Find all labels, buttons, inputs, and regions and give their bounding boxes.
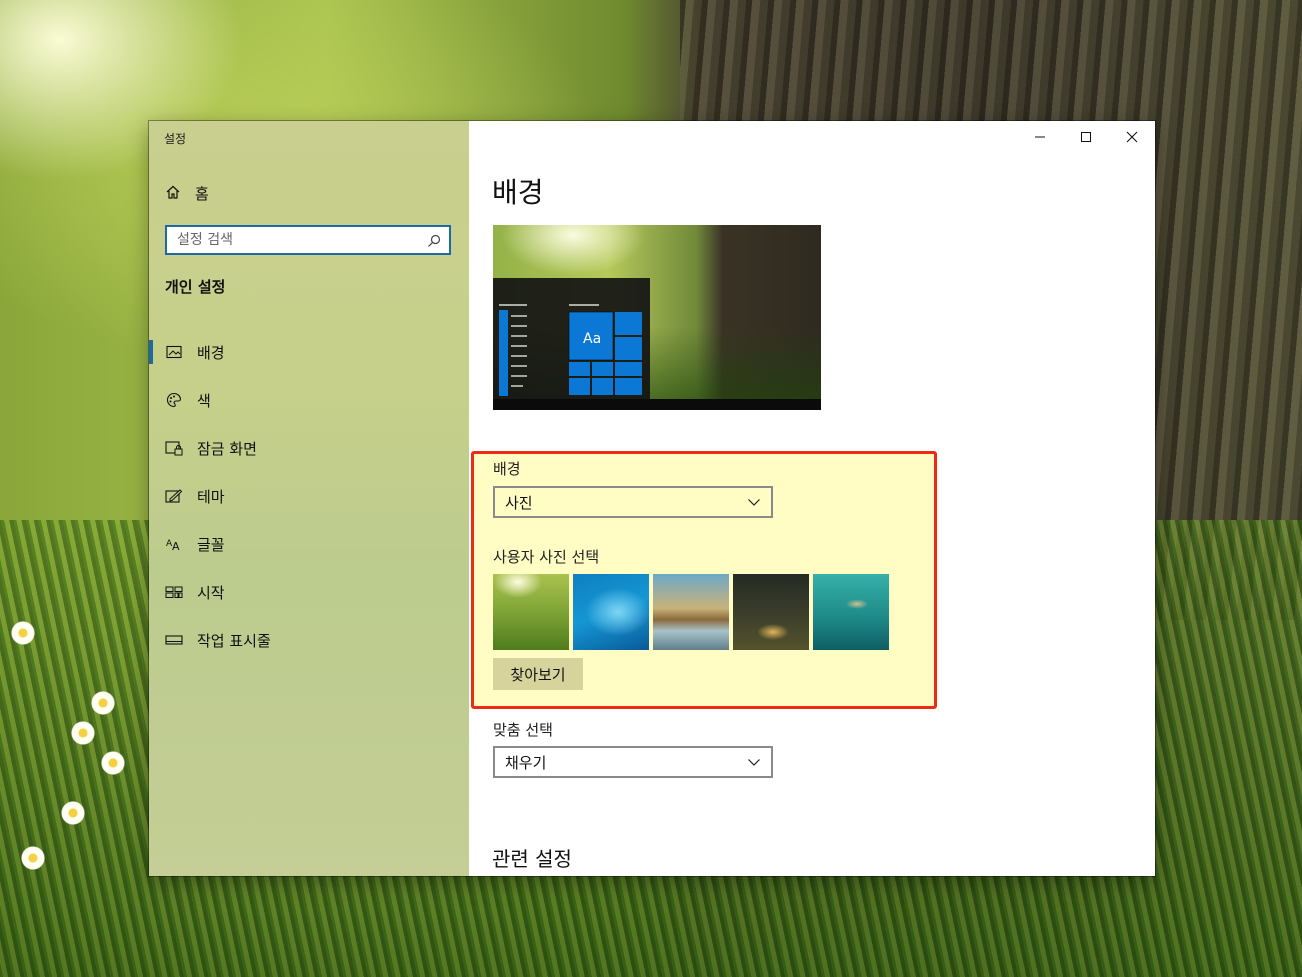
sidebar-item-label: 잠금 화면: [197, 439, 257, 458]
home-icon: [165, 184, 181, 204]
chevron-down-icon: [737, 757, 771, 767]
sidebar-item-label: 글꼴: [197, 535, 225, 554]
fit-dropdown-value: 채우기: [505, 753, 547, 772]
maximize-icon: [1080, 128, 1092, 147]
picture-thumbnail[interactable]: [653, 574, 729, 650]
background-dropdown-value: 사진: [505, 493, 533, 512]
sidebar-item-label: 배경: [197, 343, 225, 362]
wallpaper-flower: [70, 720, 96, 746]
sidebar-item-fonts[interactable]: AA 글꼴: [149, 520, 469, 568]
minimize-icon: [1034, 128, 1046, 147]
maximize-button[interactable]: [1063, 121, 1109, 153]
picture-thumbnail[interactable]: [573, 574, 649, 650]
sidebar-item-taskbar[interactable]: 작업 표시줄: [149, 616, 469, 664]
theme-icon: [165, 487, 183, 505]
wallpaper-flower: [100, 750, 126, 776]
home-link[interactable]: 홈: [165, 183, 209, 204]
fit-label: 맞춤 선택: [493, 721, 553, 739]
related-settings-title: 관련 설정: [492, 847, 572, 871]
search-input[interactable]: [167, 227, 417, 253]
section-title: 개인 설정: [165, 278, 226, 296]
wallpaper-flower: [90, 690, 116, 716]
home-label: 홈: [195, 185, 209, 203]
picture-icon: [165, 343, 183, 361]
picture-thumbnail[interactable]: [493, 574, 569, 650]
preview-start-menu: Aa: [493, 278, 650, 399]
chevron-down-icon: [737, 497, 771, 507]
sidebar-item-label: 색: [197, 391, 211, 410]
fit-dropdown[interactable]: 채우기: [493, 746, 773, 778]
picture-thumbnail[interactable]: [813, 574, 889, 650]
sidebar-item-background[interactable]: 배경: [149, 328, 469, 376]
sidebar-item-themes[interactable]: 테마: [149, 472, 469, 520]
close-icon: [1126, 128, 1138, 147]
background-dropdown[interactable]: 사진: [493, 486, 773, 518]
background-preview: Aa: [493, 225, 821, 410]
palette-icon: [165, 391, 183, 409]
picture-thumbnails: [493, 574, 889, 650]
sidebar-nav: 배경 색 잠금 화면 테마 A A 글꼴 시작 작업 표시줄: [149, 328, 469, 664]
browse-button[interactable]: 찾아보기: [493, 658, 583, 690]
wallpaper-flower: [60, 800, 86, 826]
preview-taskbar: [493, 399, 821, 410]
svg-text:A: A: [172, 540, 180, 552]
settings-window: 설정 홈 개인 설정 배경: [149, 121, 1155, 876]
start-icon: [165, 583, 183, 601]
sidebar-item-label: 테마: [197, 487, 225, 506]
sidebar-item-lock-screen[interactable]: 잠금 화면: [149, 424, 469, 472]
lock-screen-icon: [165, 439, 183, 457]
picture-thumbnail[interactable]: [733, 574, 809, 650]
choose-picture-label: 사용자 사진 선택: [493, 548, 600, 566]
wallpaper-flower: [10, 620, 36, 646]
page-title: 배경: [492, 176, 544, 209]
search-icon[interactable]: [427, 233, 441, 252]
sidebar-item-label: 작업 표시줄: [197, 631, 271, 650]
sidebar-item-label: 시작: [197, 583, 225, 602]
close-button[interactable]: [1109, 121, 1155, 153]
background-label: 배경: [493, 460, 521, 478]
sidebar: 설정 홈 개인 설정 배경: [149, 121, 469, 876]
wallpaper-flower: [20, 845, 46, 871]
font-icon: AA: [165, 535, 183, 553]
taskbar-icon: [165, 631, 183, 649]
preview-tile-text: Aa: [583, 331, 601, 347]
minimize-button[interactable]: [1017, 121, 1063, 153]
search-box[interactable]: [165, 225, 451, 255]
sidebar-item-colors[interactable]: 색: [149, 376, 469, 424]
sidebar-item-start[interactable]: 시작: [149, 568, 469, 616]
window-title: 설정: [164, 132, 187, 146]
main-content: 배경 Aa 배경 사진 사용자 사진 선택 찾아보기 맞춤 선택 채우기 관련 …: [469, 121, 1155, 876]
